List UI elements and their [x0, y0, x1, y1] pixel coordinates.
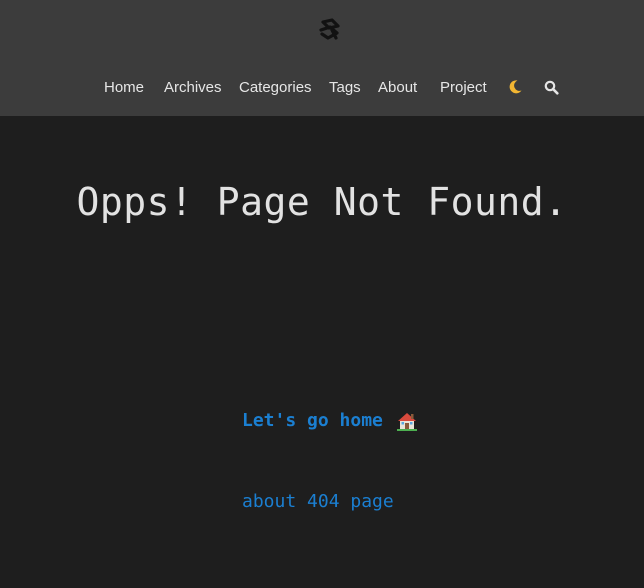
- house-icon: [397, 413, 417, 431]
- nav-archives[interactable]: Archives: [164, 78, 222, 98]
- nav-project[interactable]: Project: [440, 78, 487, 98]
- nav-categories[interactable]: Categories: [239, 78, 312, 98]
- site-header: Home Archives Categories Tags About Proj…: [0, 0, 644, 116]
- moon-icon[interactable]: [507, 79, 523, 95]
- about-404-link[interactable]: about 404 page: [242, 490, 394, 514]
- search-icon[interactable]: [544, 80, 559, 95]
- page-title: Opps! Page Not Found.: [76, 180, 568, 224]
- nav-about[interactable]: About: [378, 78, 417, 98]
- site-logo-icon[interactable]: [317, 17, 343, 43]
- nav-home[interactable]: Home: [104, 78, 144, 98]
- home-link[interactable]: Let's go home: [242, 409, 383, 433]
- main-nav: Home Archives Categories Tags About Proj…: [0, 78, 644, 98]
- nav-tags[interactable]: Tags: [329, 78, 361, 98]
